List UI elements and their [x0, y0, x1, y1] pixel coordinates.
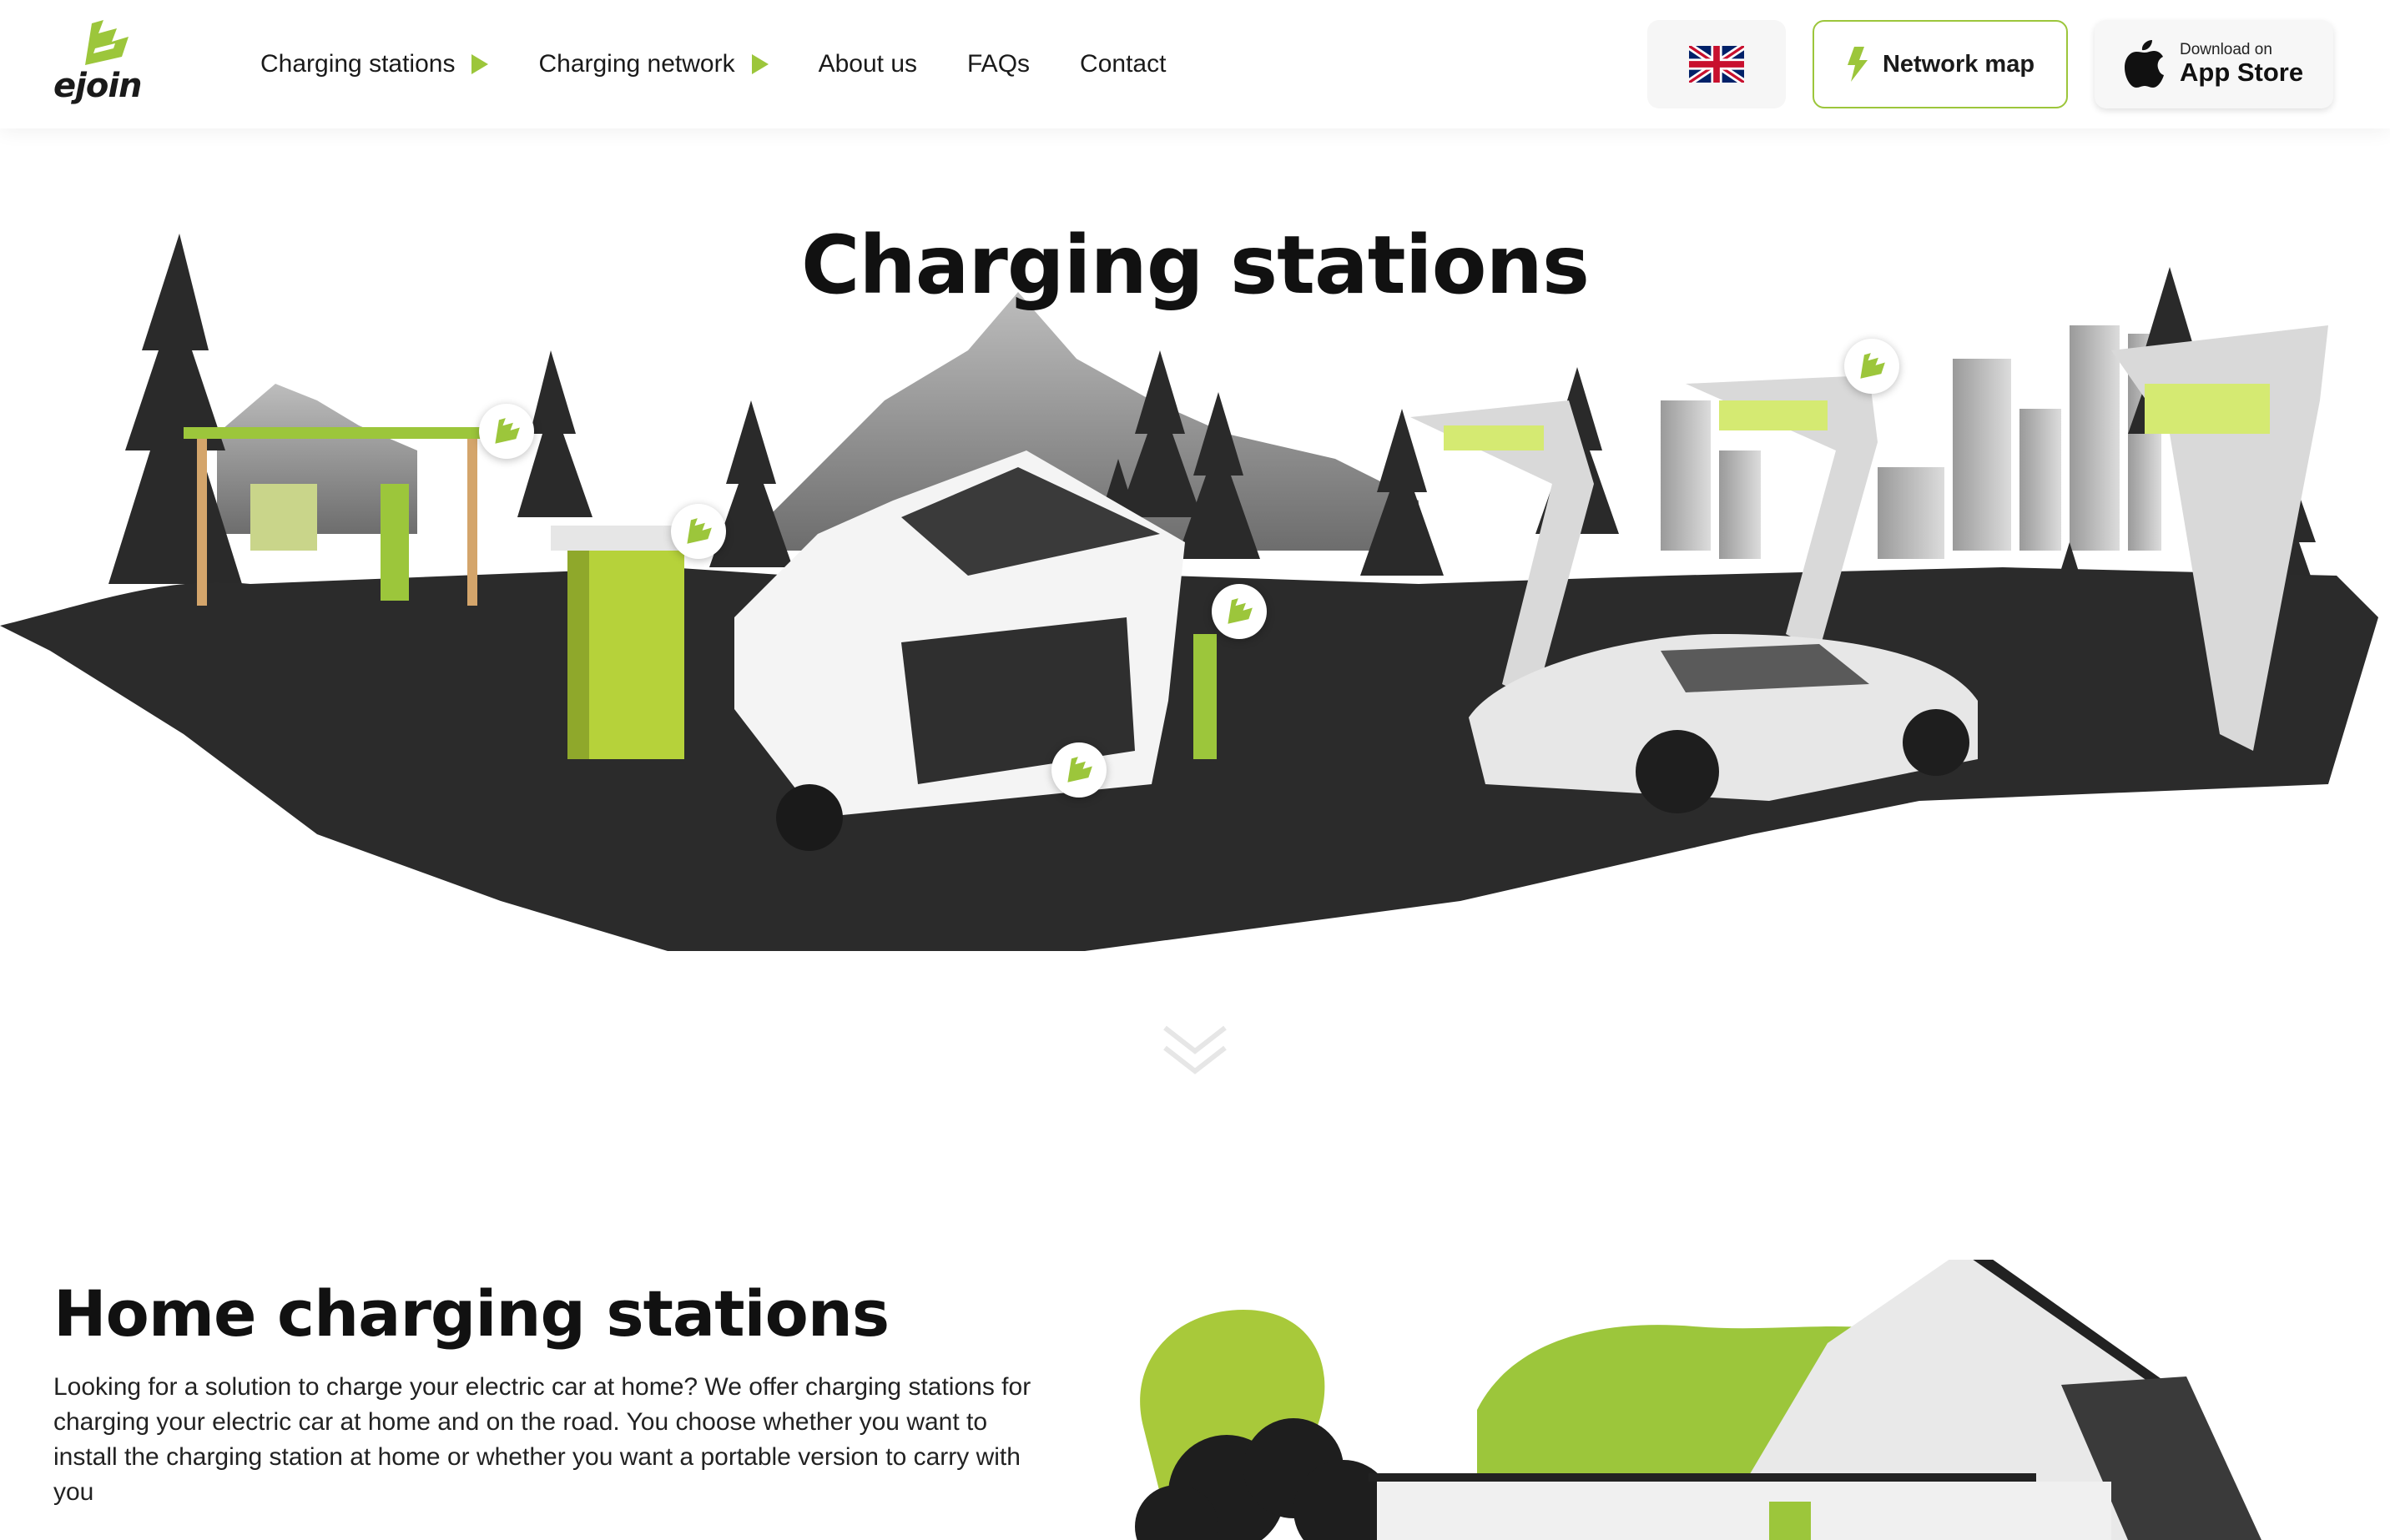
lightning-icon: [1847, 47, 1868, 82]
nav-label: Contact: [1080, 50, 1167, 78]
nav-about-us[interactable]: About us: [819, 50, 917, 78]
map-marker-icon[interactable]: [1844, 339, 1899, 394]
map-marker-icon[interactable]: [479, 404, 534, 459]
ejoin-marker-icon: [1067, 757, 1092, 783]
ejoin-marker-icon: [1228, 598, 1253, 624]
chevron-down-icon[interactable]: [1158, 1023, 1232, 1080]
map-marker-icon[interactable]: [1212, 584, 1267, 639]
app-store-big: App Store: [2180, 58, 2304, 88]
network-map-label: Network map: [1882, 50, 2035, 78]
ejoin-marker-icon: [495, 418, 520, 444]
triangle-right-icon: [471, 54, 489, 74]
language-selector[interactable]: [1647, 20, 1786, 108]
ejoin-marker-icon: [687, 518, 712, 544]
house-illustration: [1135, 1260, 2261, 1540]
section-title: Home charging stations: [53, 1276, 890, 1351]
main-nav: Charging stations Charging network About…: [260, 43, 1216, 85]
site-header: ejoin Charging stations Charging network…: [0, 0, 2390, 128]
nav-charging-stations[interactable]: Charging stations: [260, 50, 489, 78]
apple-icon: [2125, 40, 2164, 88]
section-description: Looking for a solution to charge your el…: [53, 1373, 1031, 1506]
wallbox-charger: [551, 526, 684, 759]
ejoin-logo[interactable]: ejoin: [52, 20, 160, 107]
nav-contact[interactable]: Contact: [1080, 50, 1166, 78]
network-map-button[interactable]: Network map: [1813, 20, 2068, 108]
logo-text: ejoin: [53, 67, 143, 105]
post-charger: [1193, 634, 1217, 759]
nav-label: Charging network: [538, 50, 735, 78]
map-marker-icon[interactable]: [1051, 742, 1107, 798]
nav-charging-network[interactable]: Charging network: [538, 50, 769, 78]
city-skyline: [1661, 325, 2161, 559]
map-marker-icon[interactable]: [671, 504, 726, 559]
triangle-right-icon: [751, 54, 769, 74]
ground-shadow: [0, 567, 2378, 951]
nav-faqs[interactable]: FAQs: [967, 50, 1030, 78]
app-store-text: Download on App Store: [2180, 40, 2304, 88]
ejoin-marker-icon: [1860, 353, 1885, 379]
ejoin-logo-icon: [85, 20, 129, 65]
page-title: Charging stations: [800, 219, 1590, 312]
app-store-button[interactable]: Download on App Store: [2095, 20, 2333, 108]
nav-label: FAQs: [967, 50, 1031, 78]
app-store-small: Download on: [2180, 40, 2272, 58]
nav-label: Charging stations: [260, 50, 456, 78]
uk-flag-icon: [1689, 46, 1744, 83]
nav-label: About us: [818, 50, 918, 78]
